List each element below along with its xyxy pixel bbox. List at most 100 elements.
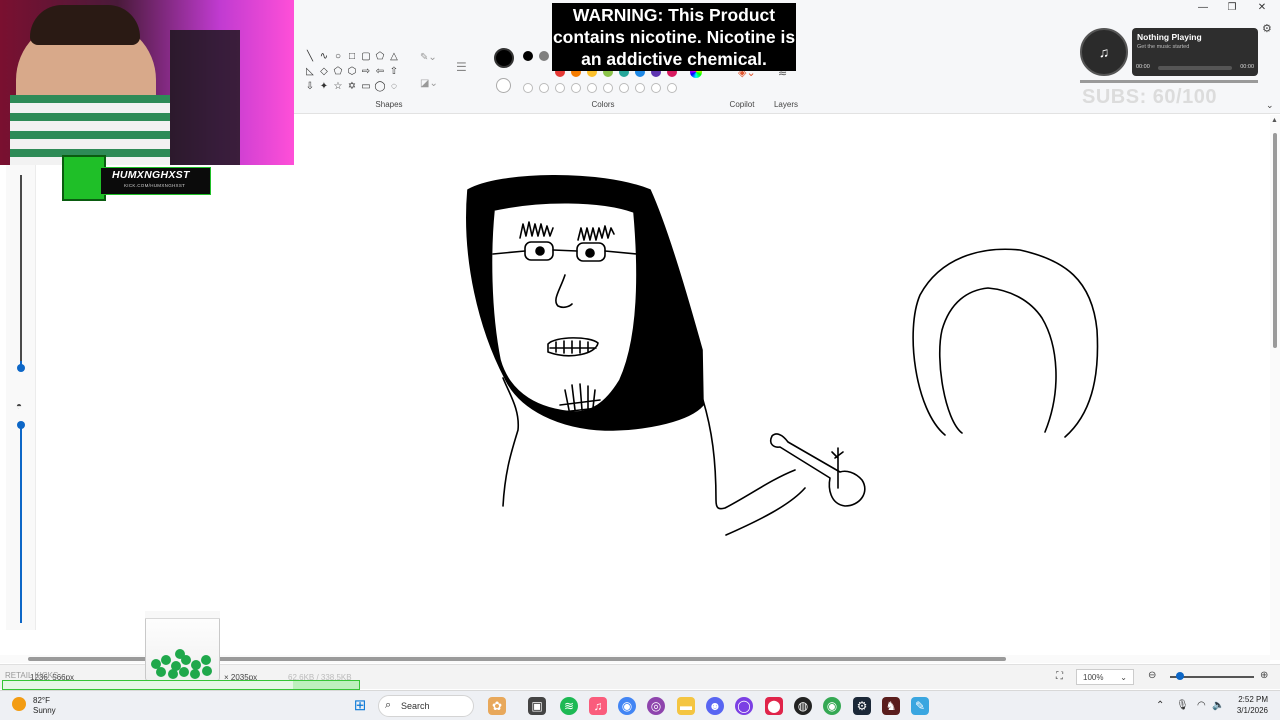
- color-swatch[interactable]: [539, 51, 549, 61]
- spotify-icon[interactable]: ≋: [560, 697, 578, 715]
- game-app-icon[interactable]: ♞: [882, 697, 900, 715]
- four-point-star-shape-icon[interactable]: ✦: [317, 80, 331, 93]
- custom-color-slot[interactable]: [635, 83, 645, 93]
- tray-expand-icon[interactable]: ⌃: [1156, 700, 1164, 711]
- custom-color-slot[interactable]: [603, 83, 613, 93]
- app-circle-icon[interactable]: ◯: [735, 697, 753, 715]
- custom-color-slot[interactable]: [523, 83, 533, 93]
- zoom-out-icon[interactable]: ⊖: [1148, 670, 1156, 681]
- chrome-profile-icon[interactable]: ◉: [823, 697, 841, 715]
- pentagon-shape-icon[interactable]: ⬠: [331, 65, 345, 78]
- size-slider-thumb[interactable]: [17, 364, 25, 372]
- shapes-gallery[interactable]: ╲ ∿ ○ □ ▢ ⬠ △ ◺ ◇ ⬠ ⬡ ⇨ ⇦ ⇧ ⇩ ✦ ☆ ✡ ▭ ◯ …: [303, 50, 407, 93]
- goal-progress-fill: [3, 681, 293, 689]
- task-view-icon[interactable]: ▣: [528, 697, 546, 715]
- custom-color-slot[interactable]: [555, 83, 565, 93]
- hexagon-shape-icon[interactable]: ⬡: [345, 65, 359, 78]
- copilot-group-label: Copilot: [729, 100, 755, 109]
- curve-shape-icon[interactable]: ∿: [317, 50, 331, 63]
- discord-icon[interactable]: ☻: [706, 697, 724, 715]
- music-panel: Nothing Playing Get the music started 00…: [1132, 28, 1258, 76]
- clock-time: 2:52 PM: [1238, 695, 1268, 704]
- diamond-shape-icon[interactable]: ◇: [317, 65, 331, 78]
- music-app-icon[interactable]: ♫: [589, 697, 607, 715]
- custom-color-slot[interactable]: [539, 83, 549, 93]
- zoom-select[interactable]: 100% ⌄: [1076, 669, 1134, 685]
- music-time-start: 00:00: [1136, 64, 1150, 70]
- right-triangle-shape-icon[interactable]: ◺: [303, 65, 317, 78]
- size-icon[interactable]: ☰: [456, 60, 467, 74]
- tip-jar: [145, 611, 220, 681]
- body-right-line: [702, 399, 796, 510]
- search-placeholder: Search: [401, 701, 430, 711]
- outline-icon[interactable]: ✎⌄: [420, 52, 437, 63]
- custom-color-slot[interactable]: [667, 83, 677, 93]
- wifi-icon[interactable]: ◠: [1197, 700, 1206, 711]
- zoom-in-icon[interactable]: ⊕: [1260, 670, 1268, 681]
- polygon-shape-icon[interactable]: ⬠: [373, 50, 387, 63]
- close-icon[interactable]: ✕: [1254, 2, 1270, 13]
- callout-oval-shape-icon[interactable]: ◯: [373, 80, 387, 93]
- custom-color-slot[interactable]: [587, 83, 597, 93]
- rectangle-shape-icon[interactable]: □: [345, 50, 359, 63]
- weather-desc: Sunny: [33, 706, 56, 715]
- vertical-scroll-thumb[interactable]: [1273, 133, 1277, 348]
- browser-icon[interactable]: ◎: [647, 697, 665, 715]
- streamer-hair: [30, 5, 140, 45]
- obs-icon[interactable]: ◍: [794, 697, 812, 715]
- taskbar-clock[interactable]: 2:52 PM 3/1/2026: [1222, 694, 1268, 716]
- fit-to-window-icon[interactable]: ⛶: [1056, 671, 1063, 682]
- size-slider-track[interactable]: [20, 175, 22, 365]
- paint-app-icon[interactable]: ✎: [911, 697, 929, 715]
- streamer-badge: HUMXNGHXST KICK.COM/HUMXNGHXST: [60, 153, 212, 203]
- left-arrow-shape-icon[interactable]: ⇦: [373, 65, 387, 78]
- color-swatch[interactable]: [523, 51, 533, 61]
- body-left-line: [502, 377, 520, 507]
- fill-icon[interactable]: ◪⌄: [420, 78, 438, 89]
- arm-line: [725, 487, 806, 536]
- file-explorer-icon[interactable]: ▬: [677, 697, 695, 715]
- six-point-star-shape-icon[interactable]: ✡: [345, 80, 359, 93]
- custom-color-slot[interactable]: [651, 83, 661, 93]
- callout-rect-shape-icon[interactable]: ▭: [359, 80, 373, 93]
- opacity-slider-fill[interactable]: [20, 423, 22, 623]
- channel-name: HUMXNGHXST: [112, 169, 190, 181]
- steam-icon[interactable]: ⚙: [853, 697, 871, 715]
- restore-icon[interactable]: ❐: [1224, 2, 1240, 13]
- goal-progress-bar: [2, 680, 360, 690]
- nicotine-warning: WARNING: This Product contains nicotine.…: [552, 3, 796, 71]
- vertical-scrollbar[interactable]: ▲: [1270, 115, 1280, 660]
- custom-color-slot[interactable]: [571, 83, 581, 93]
- taskbar-search[interactable]: ⌕ Search: [378, 695, 474, 717]
- settings-gear-icon[interactable]: ⚙: [1262, 22, 1272, 35]
- up-arrow-shape-icon[interactable]: ⇧: [387, 65, 401, 78]
- windows-taskbar: 82°F Sunny ⊞ ⌕ Search ✿ ▣ ≋ ♫ ◉ ◎ ▬ ☻ ◯ ⬤…: [0, 690, 1280, 720]
- callout-cloud-shape-icon[interactable]: ◌: [387, 80, 401, 93]
- windows-start-icon[interactable]: ⊞: [351, 697, 369, 715]
- opacity-slider-thumb[interactable]: [17, 421, 25, 429]
- down-arrow-shape-icon[interactable]: ⇩: [303, 80, 317, 93]
- triangle-shape-icon[interactable]: △: [387, 50, 401, 63]
- oval-shape-icon[interactable]: ○: [331, 50, 345, 63]
- search-highlight-icon[interactable]: ✿: [488, 697, 506, 715]
- colors-group-label: Colors: [591, 100, 615, 109]
- music-status: Get the music started: [1137, 44, 1190, 50]
- rounded-rect-shape-icon[interactable]: ▢: [359, 50, 373, 63]
- color2-swatch[interactable]: [496, 78, 511, 93]
- five-point-star-shape-icon[interactable]: ☆: [331, 80, 345, 93]
- color1-swatch[interactable]: [494, 48, 514, 68]
- chrome-icon[interactable]: ◉: [618, 697, 636, 715]
- right-arrow-shape-icon[interactable]: ⇨: [359, 65, 373, 78]
- microphone-icon[interactable]: 🎙: [1176, 700, 1189, 711]
- zoom-slider-thumb[interactable]: [1176, 672, 1184, 680]
- goal-label: RETAIL KICKS: [5, 671, 59, 680]
- ribbon-collapse-icon[interactable]: ⌄: [1266, 100, 1274, 111]
- right-pupil: [585, 248, 595, 258]
- left-pupil: [535, 246, 545, 256]
- minimize-icon[interactable]: —: [1195, 2, 1211, 13]
- red-app-icon[interactable]: ⬤: [765, 697, 783, 715]
- line-shape-icon[interactable]: ╲: [303, 50, 317, 63]
- channel-url: KICK.COM/HUMXNGHXST: [124, 183, 186, 188]
- scroll-up-icon[interactable]: ▲: [1271, 117, 1278, 124]
- custom-color-slot[interactable]: [619, 83, 629, 93]
